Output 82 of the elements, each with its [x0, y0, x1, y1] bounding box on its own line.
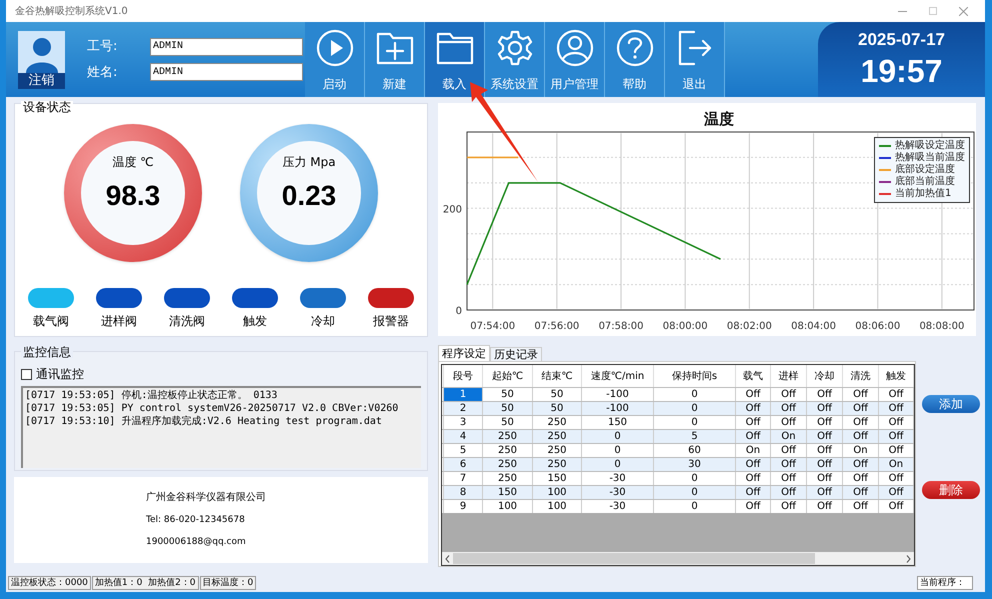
time-text: 19:57 [860, 52, 942, 90]
table-cell: 1 [444, 388, 483, 401]
y-tick-label: 0 [456, 306, 462, 317]
x-tick-label: 08:00:00 [662, 321, 708, 332]
table-cell: Off [771, 500, 807, 513]
legend-label: 热解吸设定温度 [895, 140, 965, 152]
table-cell: Off [843, 500, 879, 513]
log-line: [0717 19:53:05] 停机:温控板停止状态正常。 0133 [25, 389, 278, 402]
legend-label: 热解吸当前温度 [895, 152, 965, 164]
status-segment: 当前程序： [917, 576, 973, 590]
close-icon[interactable] [959, 6, 968, 16]
settings-icon [496, 29, 534, 67]
checkbox-label: 通讯监控 [36, 366, 84, 383]
panel-title: 设备状态 [21, 101, 73, 113]
tab[interactable]: 历史记录 [490, 347, 542, 361]
toolbar-button[interactable]: 帮助 [605, 22, 665, 97]
indicator-label: 载气阀 [33, 313, 69, 330]
company-email: 1900006188@qq.com [146, 536, 247, 548]
toolbar-button[interactable]: 用户管理 [545, 22, 605, 97]
indicator-label: 进样阀 [101, 313, 137, 330]
status-segment: 加热值1：0 加热值2：0 [92, 576, 199, 590]
tab[interactable]: 程序设定 [438, 345, 490, 361]
gauge-label: 温度 ℃ [112, 154, 154, 171]
window-title: 金谷热解吸控制系统V1.0 [15, 4, 128, 18]
table-cell: 100 [483, 500, 533, 513]
legend-label: 底部设定温度 [895, 164, 955, 176]
logout-button[interactable]: 注销 [18, 72, 65, 88]
indicator-label: 报警器 [373, 313, 409, 330]
log-line: [0717 19:53:05] PY control systemV26-20250717 V2.0 CBVer:V0260 [25, 402, 400, 415]
x-tick-label: 07:54:00 [470, 321, 516, 332]
x-tick-label: 08:06:00 [855, 321, 900, 332]
toolbar-button[interactable]: 载入 [425, 22, 485, 97]
play-icon [316, 29, 354, 67]
delete-button[interactable]: 删除 [922, 481, 980, 499]
indicator-label: 触发 [243, 313, 267, 330]
indicator-label: 清洗阀 [169, 313, 205, 330]
gauge-value: 98.3 [106, 179, 160, 213]
table-cell: -30 [582, 500, 654, 513]
horizontal-scrollbar[interactable] [442, 552, 914, 565]
table-cell: Off [736, 500, 771, 513]
status-segment: 目标温度：0 [200, 576, 256, 590]
x-tick-label: 08:02:00 [726, 321, 772, 332]
help-icon [616, 29, 654, 67]
user-icon [556, 29, 594, 67]
table-cell: 100 [533, 500, 582, 513]
gauge-value: 0.23 [282, 179, 336, 213]
table-cell: Off [879, 500, 914, 513]
chart-title: 温度 [704, 110, 734, 128]
toolbar-button[interactable]: 退出 [665, 22, 725, 97]
series-line [467, 156, 518, 158]
company-phone: Tel: 86-020-12345678 [146, 514, 246, 526]
panel-title: 监控信息 [21, 346, 73, 358]
indicator-label: 冷却 [311, 313, 335, 330]
toolbar-button[interactable]: 系统设置 [485, 22, 545, 97]
table-cell: 9 [444, 500, 483, 513]
table-cell: 0 [654, 500, 736, 513]
table-cell: Off [807, 500, 843, 513]
field-label: 姓名: [87, 64, 118, 82]
chevron-left-icon[interactable] [445, 554, 450, 562]
gauge-label: 压力 Mpa [282, 154, 336, 171]
x-tick-label: 08:04:00 [791, 321, 836, 332]
avatar [18, 30, 65, 72]
text-field[interactable]: ADMIN [150, 38, 303, 56]
x-tick-label: 07:56:00 [534, 321, 580, 332]
x-tick-label: 07:58:00 [598, 321, 644, 332]
log-line: [0717 19:53:10] 升温程序加载完成:V2.6 Heating test program.dat [25, 415, 383, 428]
date-text: 2025-07-17 [858, 28, 945, 50]
y-tick-label: 200 [442, 204, 462, 216]
legend-label: 底部当前温度 [895, 176, 955, 188]
company-name: 广州金谷科学仪器有限公司 [146, 492, 267, 504]
toolbar-button[interactable]: 启动 [305, 22, 365, 97]
checkbox[interactable] [21, 368, 32, 380]
chevron-right-icon[interactable] [906, 554, 911, 562]
legend-label: 当前加热值1 [895, 188, 952, 200]
maximize-icon[interactable] [929, 7, 937, 15]
status-segment: 温控板状态：0000 [8, 576, 91, 590]
minimize-icon[interactable] [898, 10, 907, 12]
text-field[interactable]: ADMIN [150, 63, 303, 82]
add-button[interactable]: 添加 [922, 395, 980, 413]
field-label: 工号: [87, 38, 118, 56]
toolbar-button[interactable]: 新建 [365, 22, 425, 97]
x-tick-label: 08:08:00 [919, 321, 964, 332]
